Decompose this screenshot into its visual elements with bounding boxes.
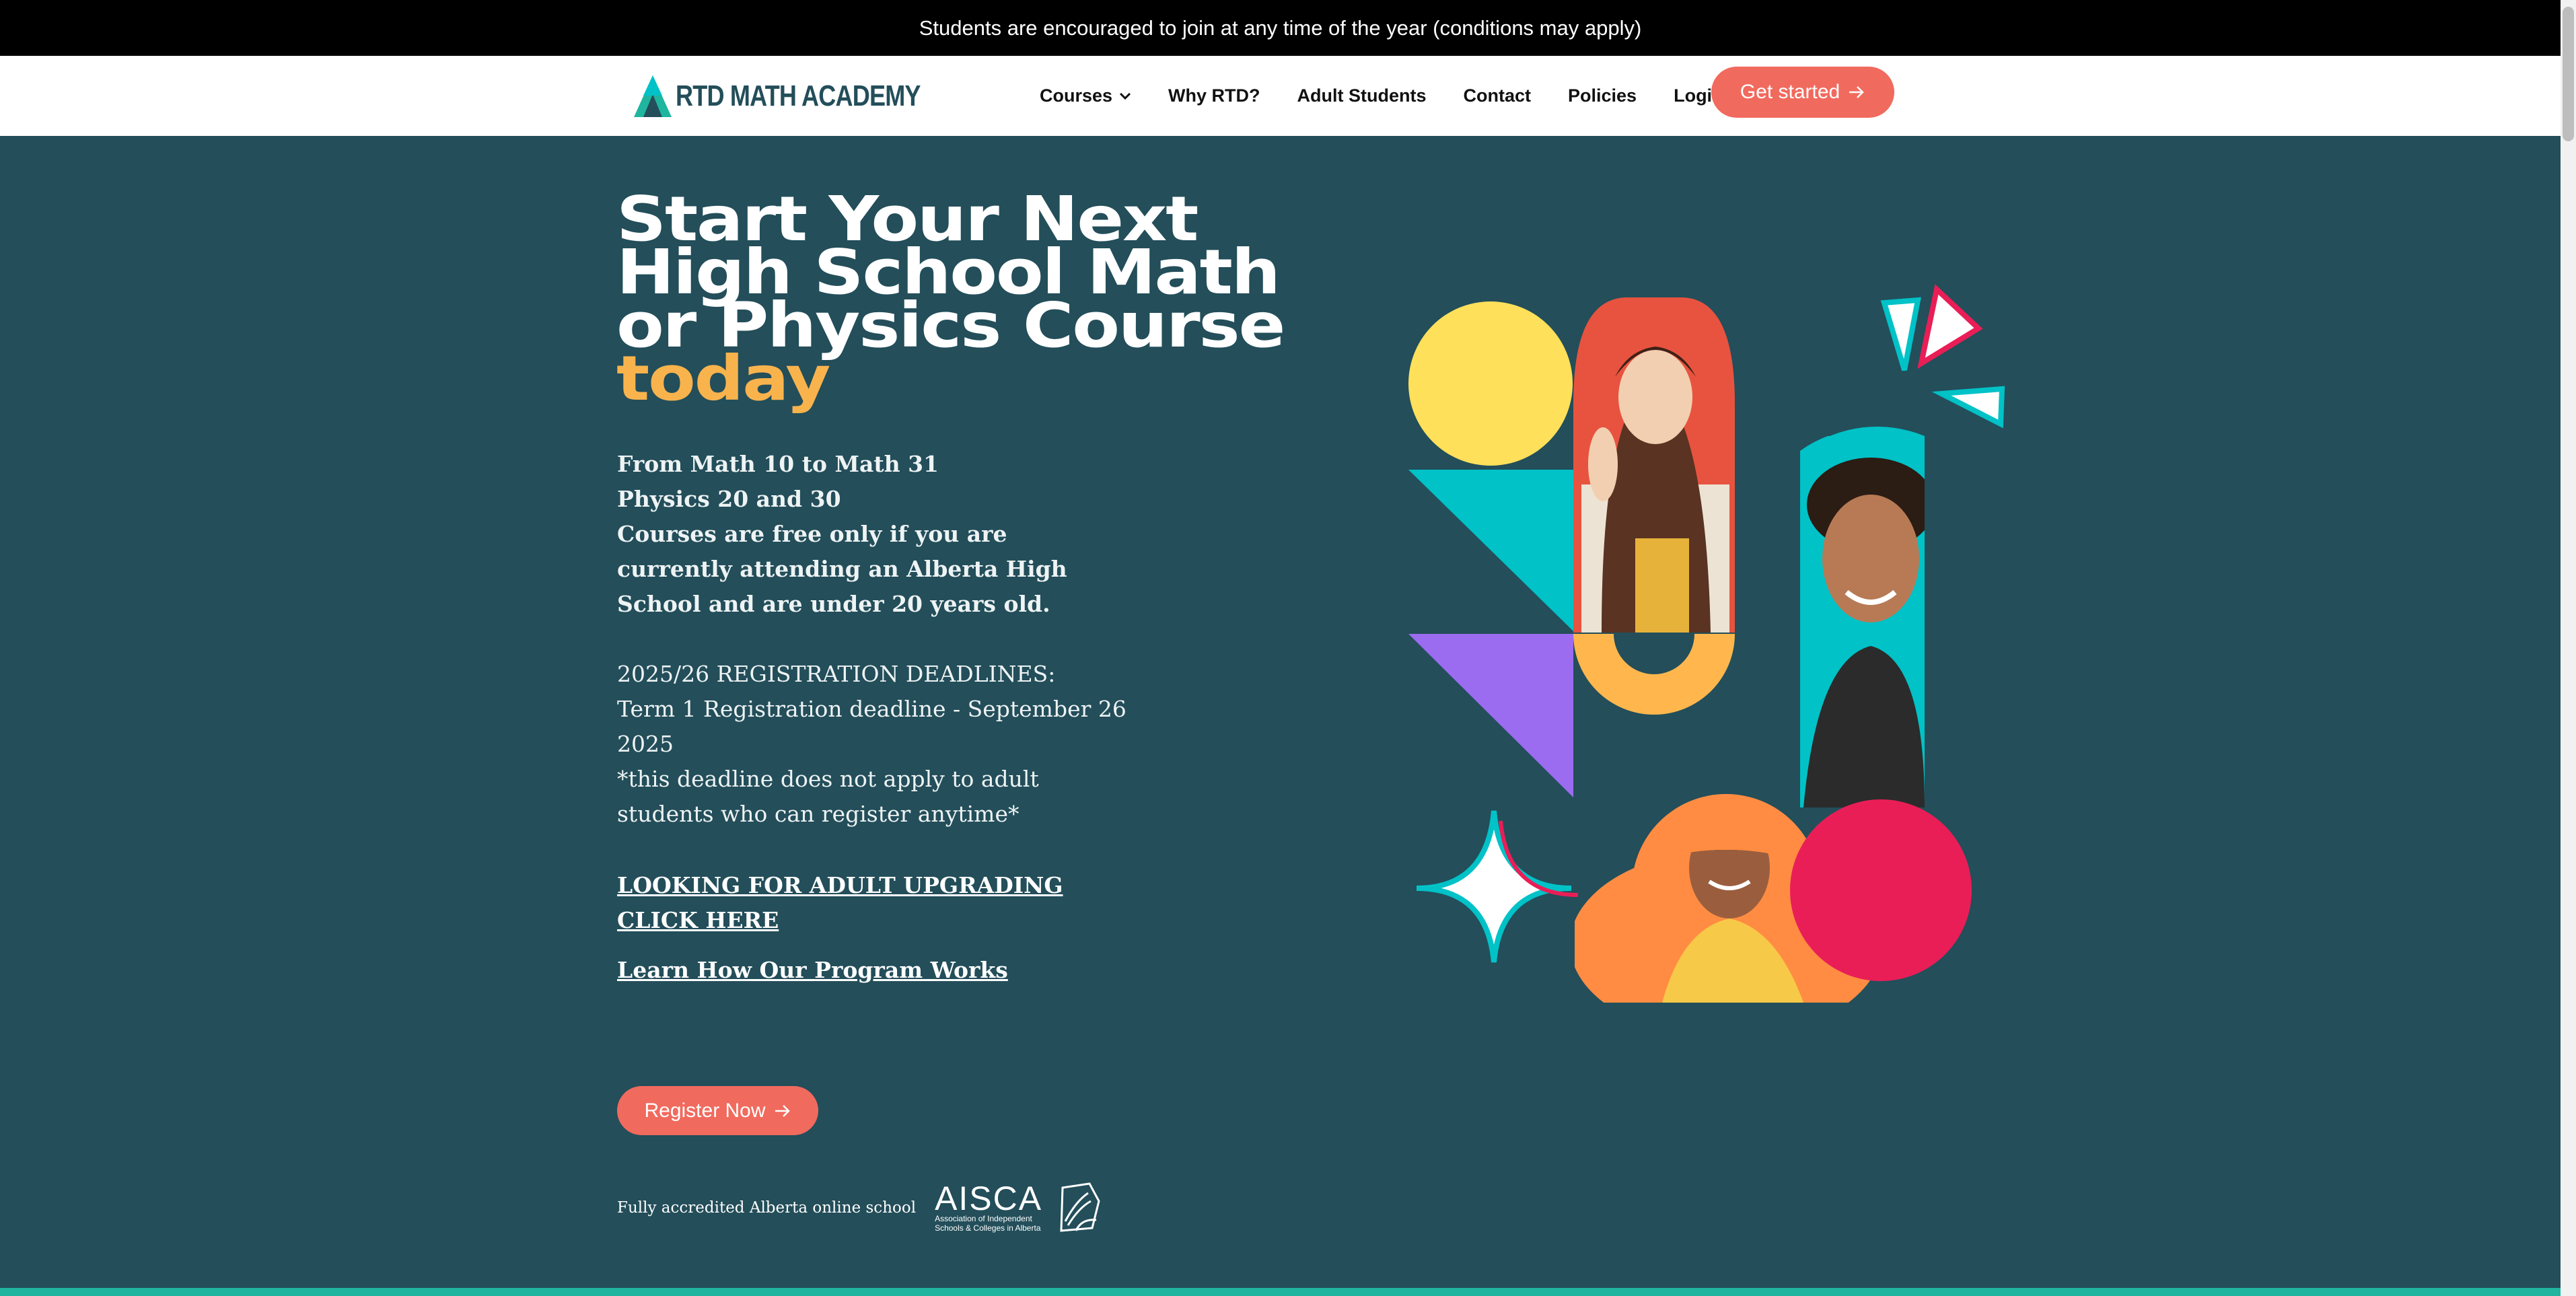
deadline-note: *this deadline does not apply to adult s…	[617, 766, 1039, 827]
spark-shape-2	[1917, 284, 1983, 369]
course-range-text: From Math 10 to Math 31	[617, 451, 939, 477]
arrow-right-icon	[774, 1104, 791, 1118]
purple-triangle-shape	[1408, 634, 1573, 797]
accreditation-text: Fully accredited Alberta online school	[617, 1199, 917, 1217]
teal-triangle-shape	[1408, 470, 1573, 631]
logo-text: RTD MATH ACADEMY	[676, 79, 921, 112]
scrollbar-track[interactable]	[2561, 0, 2576, 1296]
nav-adult-students[interactable]: Adult Students	[1297, 85, 1427, 106]
nav-courses[interactable]: Courses	[1040, 85, 1131, 106]
program-info-link-text: Learn How Our Program Works	[617, 957, 1008, 983]
get-started-label: Get started	[1740, 81, 1840, 103]
eligibility-text: Courses are free only if you are current…	[617, 521, 1067, 617]
nav-adult-students-label: Adult Students	[1297, 85, 1427, 106]
spark-shape-3	[1931, 386, 2005, 429]
student-portrait-2	[1800, 436, 1925, 807]
arrow-right-icon	[1848, 85, 1865, 99]
aisca-logo: AISCA Association of Independent Schools…	[935, 1181, 1103, 1235]
program-info-link[interactable]: Learn How Our Program Works	[617, 953, 1008, 988]
register-now-label: Register Now	[644, 1099, 766, 1122]
site-logo[interactable]: RTD MATH ACADEMY	[633, 69, 974, 123]
aisca-logo-subtitle: Association of Independent Schools & Col…	[935, 1214, 1041, 1233]
nav-contact[interactable]: Contact	[1464, 85, 1532, 106]
nav-contact-label: Contact	[1463, 85, 1532, 106]
nav-policies-label: Policies	[1568, 85, 1637, 106]
hero-collage	[1408, 284, 2005, 1003]
spark-shape-1	[1880, 297, 1921, 371]
nav-why-rtd[interactable]: Why RTD?	[1168, 85, 1260, 106]
physics-text: Physics 20 and 30	[617, 486, 841, 512]
orange-ring-shape	[1573, 634, 1735, 715]
sparkle-star-shape	[1416, 810, 1572, 963]
site-header: RTD MATH ACADEMY Courses Why RTD? Adult …	[0, 56, 2561, 136]
hero-title: Start Your Next High School Math or Phys…	[616, 188, 1491, 410]
accreditation: Fully accredited Alberta online school A…	[617, 1181, 1103, 1235]
announcement-bar: Students are encouraged to join at any t…	[0, 0, 2561, 56]
book-icon	[1060, 1182, 1100, 1232]
announcement-text: Students are encouraged to join at any t…	[919, 15, 1642, 40]
get-started-button[interactable]: Get started	[1711, 67, 1894, 118]
nav-why-rtd-label: Why RTD?	[1168, 85, 1260, 106]
bottom-accent-bar	[0, 1288, 2561, 1296]
hero-copy: From Math 10 to Math 31 Physics 20 and 3…	[617, 447, 1129, 832]
scrollbar-thumb[interactable]	[2563, 7, 2574, 141]
aisca-logo-word: AISCA	[935, 1180, 1043, 1217]
deadlines-heading: 2025/26 REGISTRATION DEADLINES:	[617, 661, 1056, 687]
adult-upgrading-link[interactable]: LOOKING FOR ADULT UPGRADING CLICK HERE	[617, 868, 1115, 938]
triangle-logo-icon	[634, 75, 672, 117]
main-nav: Courses Why RTD? Adult Students Contact …	[1040, 56, 1779, 136]
chevron-down-icon	[1119, 92, 1131, 100]
adult-upgrading-link-text: LOOKING FOR ADULT UPGRADING CLICK HERE	[617, 872, 1063, 933]
deadline-term1: Term 1 Registration deadline - September…	[617, 696, 1126, 757]
nav-courses-label: Courses	[1040, 85, 1113, 106]
pink-circle-shape	[1790, 799, 1972, 981]
nav-policies[interactable]: Policies	[1568, 85, 1637, 106]
register-now-button[interactable]: Register Now	[617, 1086, 818, 1135]
student-portrait-1	[1573, 297, 1735, 633]
yellow-circle-shape	[1408, 301, 1573, 466]
